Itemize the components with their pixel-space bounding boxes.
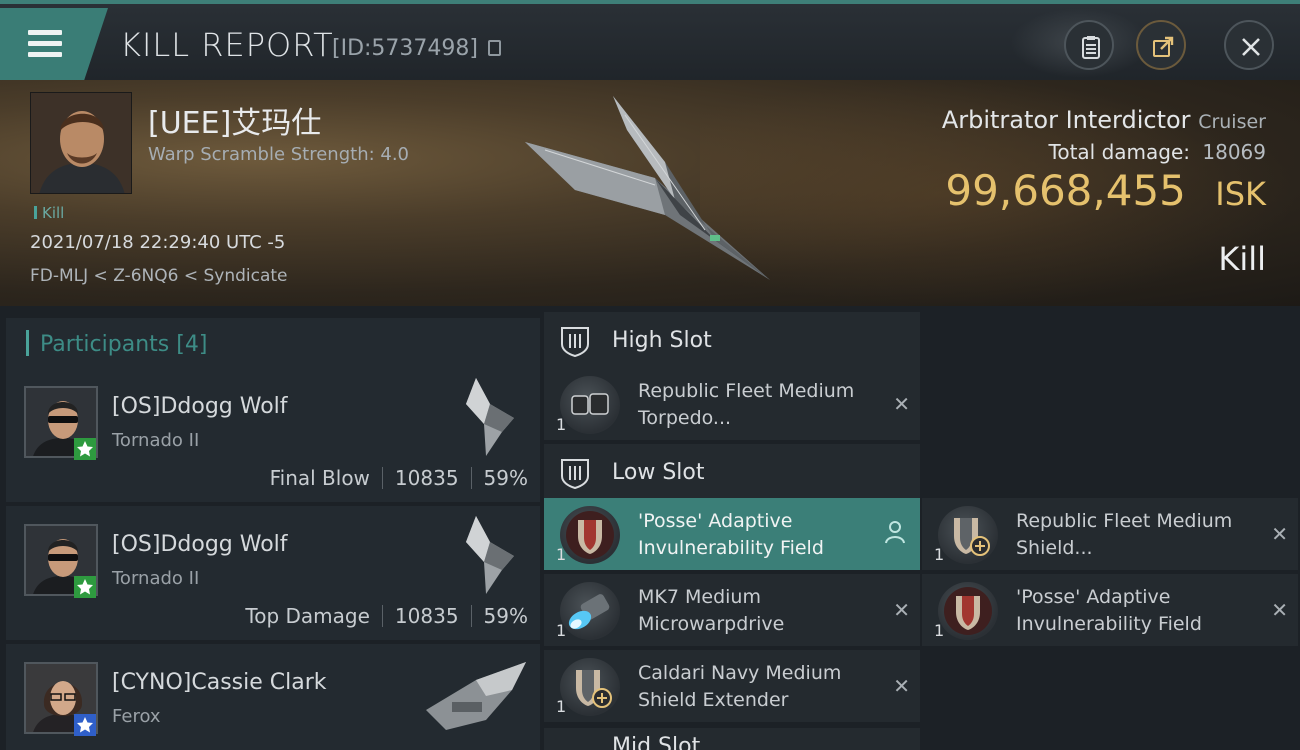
close-icon[interactable]: ✕ <box>1271 598 1288 622</box>
total-damage-label: Total damage: <box>1048 140 1191 164</box>
star-badge-icon <box>74 438 96 460</box>
kill-datetime: 2021/07/18 22:29:40 UTC -5 <box>30 232 286 253</box>
module-item[interactable]: 1 'Posse' Adaptive Invulnerability Field <box>544 498 920 570</box>
clipboard-button[interactable] <box>1064 20 1114 70</box>
copy-icon[interactable] <box>488 40 501 56</box>
person-icon[interactable] <box>884 520 906 544</box>
total-damage: Total damage: 18069 <box>1049 140 1266 164</box>
participant-row[interactable]: [OS]Ddogg Wolf Tornado II Final Blow 1083… <box>6 368 540 502</box>
star-badge-icon <box>74 576 96 598</box>
star-badge-icon <box>74 714 96 736</box>
warp-scramble-strength: Warp Scramble Strength: 4.0 <box>148 144 410 165</box>
module-quantity: 1 <box>556 415 567 434</box>
participant-name[interactable]: [CYNO]Cassie Clark <box>112 670 327 695</box>
module-quantity: 1 <box>556 621 567 640</box>
victim-ship-class: Cruiser <box>1198 111 1266 133</box>
module-item[interactable]: 1 'Posse' Adaptive Invulnerability Field… <box>922 574 1298 646</box>
module-name: 'Posse' Adaptive Invulnerability Field <box>638 510 824 559</box>
module-name: Republic Fleet Medium Shield... <box>1016 510 1233 559</box>
victim-ship-image[interactable] <box>515 90 785 290</box>
low-slot-label: Low Slot <box>612 460 705 485</box>
isk-value: 99,668,455 ISK <box>945 166 1266 215</box>
participant-percent: 59% <box>483 466 528 490</box>
mid-slot-label: Mid Slot <box>612 734 701 750</box>
module-item[interactable]: 1 MK7 Medium Microwarpdrive ✕ <box>544 574 920 646</box>
participant-damage: 10835 <box>394 466 459 490</box>
low-slot-icon <box>561 459 589 490</box>
participant-stats: Top Damage 10835 59% <box>245 604 528 628</box>
module-name: Republic Fleet Medium Torpedo... <box>638 380 855 429</box>
isk-unit: ISK <box>1215 175 1266 213</box>
close-icon[interactable]: ✕ <box>893 392 910 416</box>
participant-ship-image <box>466 516 514 594</box>
participant-ship: Tornado II <box>112 568 200 589</box>
report-id: [ID:5737498] <box>332 36 478 61</box>
high-slot-label: High Slot <box>612 328 712 353</box>
module-quantity: 1 <box>556 545 567 564</box>
victim-portrait[interactable] <box>30 92 132 194</box>
close-icon[interactable]: ✕ <box>893 674 910 698</box>
participant-ship-image <box>466 378 514 456</box>
module-quantity: 1 <box>556 697 567 716</box>
module-item[interactable]: 1 Republic Fleet Medium Torpedo... ✕ <box>544 368 920 440</box>
participant-ship: Ferox <box>112 706 161 727</box>
participant-role: Top Damage <box>245 604 370 628</box>
module-name: MK7 Medium Microwarpdrive <box>638 586 785 635</box>
microwarpdrive-icon <box>560 582 620 640</box>
close-icon <box>1242 38 1260 56</box>
module-quantity: 1 <box>934 621 945 640</box>
invulnerability-field-icon <box>560 506 620 564</box>
menu-button[interactable] <box>0 8 108 80</box>
participant-ship: Tornado II <box>112 430 200 451</box>
report-result: Kill <box>1218 240 1266 278</box>
total-damage-value: 18069 <box>1202 140 1266 164</box>
high-slot-icon <box>561 327 589 358</box>
participant-name[interactable]: [OS]Ddogg Wolf <box>112 532 288 557</box>
module-quantity: 1 <box>934 545 945 564</box>
shield-extender-icon <box>938 506 998 564</box>
module-name: 'Posse' Adaptive Invulnerability Field <box>1016 586 1202 635</box>
participant-row[interactable]: [OS]Ddogg Wolf Tornado II Top Damage 1083… <box>6 506 540 640</box>
participant-percent: 59% <box>483 604 528 628</box>
victim-ship[interactable]: Arbitrator Interdictor Cruiser <box>942 106 1266 134</box>
kill-tag: Kill <box>34 204 64 222</box>
participants-label: Participants <box>40 332 170 357</box>
low-slot-header[interactable]: Low Slot <box>544 444 920 500</box>
close-button[interactable] <box>1224 20 1274 70</box>
share-button[interactable] <box>1136 20 1186 70</box>
participant-role: Final Blow <box>269 466 370 490</box>
module-name: Caldari Navy Medium Shield Extender <box>638 662 842 711</box>
torpedo-launcher-icon <box>560 376 620 434</box>
victim-ship-name: Arbitrator Interdictor <box>941 106 1191 134</box>
page-title: KILL REPORT <box>120 26 334 64</box>
invulnerability-field-icon <box>938 582 998 640</box>
participants-count: [4] <box>176 332 208 357</box>
isk-amount: 99,668,455 <box>945 166 1186 215</box>
share-icon <box>1153 36 1174 57</box>
participant-row[interactable]: [CYNO]Cassie Clark Ferox <box>6 644 540 750</box>
close-icon[interactable]: ✕ <box>1271 522 1288 546</box>
participants-header: Participants [4] <box>6 318 540 370</box>
participant-ship-image <box>426 662 526 730</box>
participant-stats: Final Blow 10835 59% <box>270 466 528 490</box>
kill-location: FD-MLJ < Z-6NQ6 < Syndicate <box>30 266 288 286</box>
shield-extender-icon <box>560 658 620 716</box>
mid-slot-header[interactable]: Mid Slot <box>544 728 920 750</box>
participant-name[interactable]: [OS]Ddogg Wolf <box>112 394 288 419</box>
victim-summary: [UEE]艾玛仕 Warp Scramble Strength: 4.0 Kil… <box>0 80 1300 306</box>
participant-damage: 10835 <box>394 604 459 628</box>
participants-panel: Participants [4] [OS]Ddogg Wolf Tornado … <box>0 306 540 750</box>
close-icon[interactable]: ✕ <box>893 598 910 622</box>
clipboard-icon <box>1082 36 1100 59</box>
module-item[interactable]: 1 Republic Fleet Medium Shield... ✕ <box>922 498 1298 570</box>
victim-name[interactable]: [UEE]艾玛仕 <box>148 98 321 142</box>
module-item[interactable]: 1 Caldari Navy Medium Shield Extender ✕ <box>544 650 920 722</box>
high-slot-header[interactable]: High Slot <box>544 312 920 368</box>
top-bar: KILL REPORT [ID:5737498] <box>0 0 1300 80</box>
